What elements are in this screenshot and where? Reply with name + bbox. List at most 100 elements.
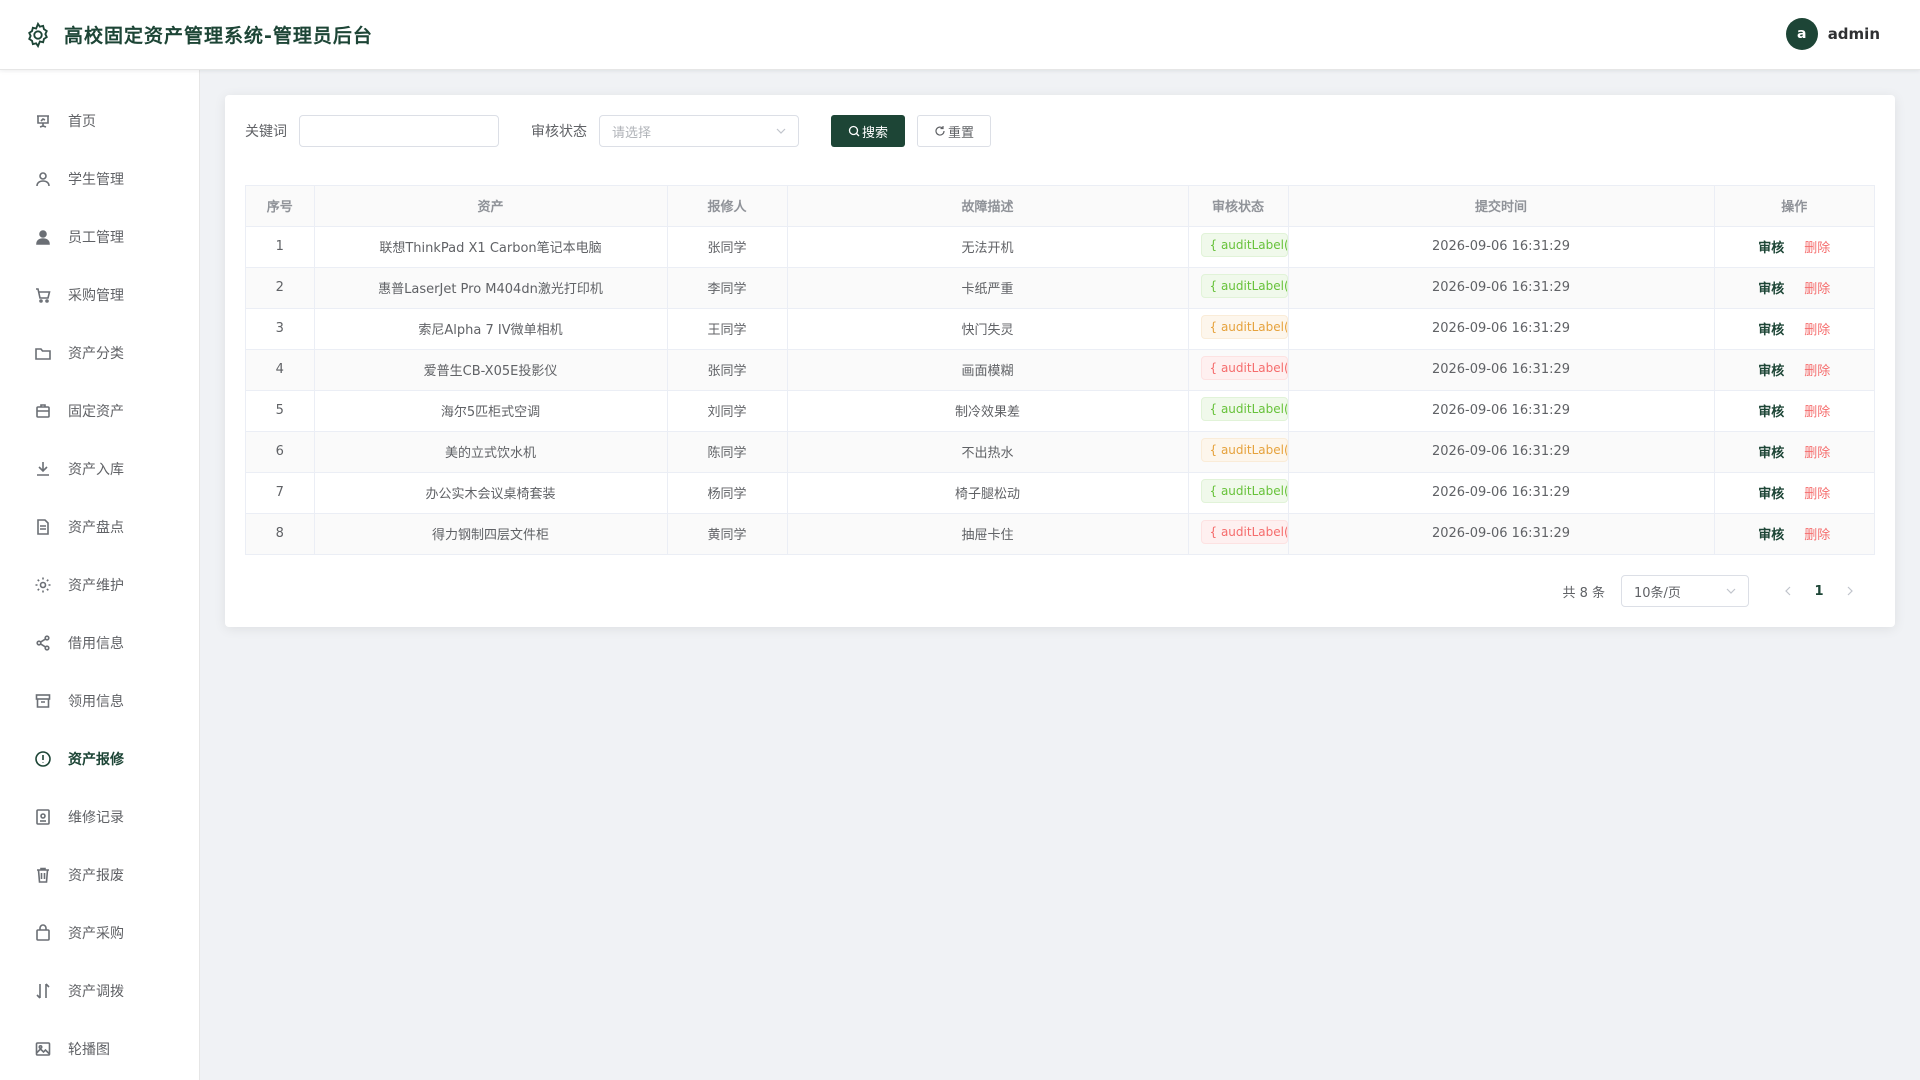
page-number[interactable]: 1 [1803, 577, 1835, 605]
sidebar-item-3[interactable]: 采购管理 [0, 270, 199, 320]
cell-reporter: 陈同学 [667, 431, 788, 473]
sidebar-item-label: 采购管理 [68, 288, 124, 304]
column-header-status: 审核状态 [1188, 186, 1289, 227]
sidebar-item-0[interactable]: 首页 [0, 96, 199, 146]
cell-actions: 审核 删除 [1714, 472, 1874, 514]
delete-link[interactable]: 删除 [1804, 528, 1830, 543]
audit-link[interactable]: 审核 [1758, 364, 1784, 379]
cell-asset: 美的立式饮水机 [314, 431, 668, 473]
share-icon [34, 634, 52, 652]
sidebar-item-label: 维修记录 [68, 810, 124, 826]
prev-page-button[interactable] [1773, 577, 1803, 605]
cell-status: { auditLabel(row [1188, 267, 1289, 309]
sidebar-item-12[interactable]: 维修记录 [0, 792, 199, 842]
sidebar-item-9[interactable]: 借用信息 [0, 618, 199, 668]
table-row: 8得力钢制四层文件柜黄同学抽屉卡住 { auditLabel(row2026-09… [246, 513, 1874, 554]
search-button[interactable]: 搜索 [831, 115, 905, 147]
cell-asset: 得力钢制四层文件柜 [314, 513, 668, 554]
delete-link[interactable]: 删除 [1804, 364, 1830, 379]
delete-link[interactable]: 删除 [1804, 487, 1830, 502]
status-badge: { auditLabel(row [1200, 314, 1287, 339]
sidebar-item-16[interactable]: 轮播图 [0, 1024, 199, 1074]
next-page-button[interactable] [1835, 577, 1865, 605]
delete-link[interactable]: 删除 [1804, 446, 1830, 461]
bag-icon [34, 924, 52, 942]
delete-link[interactable]: 删除 [1804, 323, 1830, 338]
download-icon [34, 460, 52, 478]
status-badge: { auditLabel(row [1200, 273, 1287, 298]
cell-no: 2 [246, 267, 315, 309]
cell-no: 5 [246, 390, 315, 432]
sidebar-item-10[interactable]: 领用信息 [0, 676, 199, 726]
audit-link[interactable]: 审核 [1758, 323, 1784, 338]
cell-fault: 快门失灵 [787, 308, 1189, 350]
sidebar-item-label: 员工管理 [68, 230, 124, 246]
cell-time: 2026-09-06 16:31:29 [1288, 308, 1715, 350]
cell-fault: 卡纸严重 [787, 267, 1189, 309]
sidebar-item-15[interactable]: 资产调拨 [0, 966, 199, 1016]
cell-fault: 制冷效果差 [787, 390, 1189, 432]
column-header-fault: 故障描述 [787, 186, 1189, 227]
sidebar-item-14[interactable]: 资产采购 [0, 908, 199, 958]
sidebar-item-4[interactable]: 资产分类 [0, 328, 199, 378]
sidebar-item-5[interactable]: 固定资产 [0, 386, 199, 436]
repair-table: 序号 资产 报修人 故障描述 审核状态 提交时间 操作 1 联想ThinkPad … [245, 185, 1875, 555]
sidebar-item-13[interactable]: 资产报废 [0, 850, 199, 900]
table-row: 2 惠普LaserJet Pro M404dn激光打印机 李同学 卡纸严重 { audi… [246, 267, 1874, 309]
sidebar-item-label: 领用信息 [68, 694, 124, 710]
sidebar-item-7[interactable]: 资产盘点 [0, 502, 199, 552]
sidebar-item-2[interactable]: 员工管理 [0, 212, 199, 262]
audit-link[interactable]: 审核 [1758, 282, 1784, 297]
chevron-left-icon [1785, 586, 1791, 596]
sidebar-item-label: 固定资产 [68, 404, 124, 420]
audit-link[interactable]: 审核 [1758, 446, 1784, 461]
column-header-no: 序号 [246, 186, 315, 227]
audit-link[interactable]: 审核 [1758, 405, 1784, 420]
cell-fault: 抽屉卡住 [787, 513, 1189, 554]
chevron-down-icon [776, 128, 786, 134]
sidebar-item-1[interactable]: 学生管理 [0, 154, 199, 204]
user-menu[interactable]: a admin [1785, 18, 1880, 50]
audit-link[interactable]: 审核 [1758, 241, 1784, 256]
chevron-right-icon [1847, 586, 1853, 596]
presentation-icon [34, 112, 52, 130]
cell-time: 2026-09-06 16:31:29 [1288, 431, 1715, 473]
cell-actions: 审核 删除 [1714, 513, 1874, 554]
record-icon [34, 808, 52, 826]
cell-time: 2026-09-06 16:31:29 [1288, 390, 1715, 432]
cell-reporter: 杨同学 [667, 472, 788, 514]
delete-link[interactable]: 删除 [1804, 241, 1830, 256]
refresh-icon [935, 126, 945, 136]
cell-asset: 办公实木会议桌椅套装 [314, 472, 668, 514]
delete-link[interactable]: 删除 [1804, 405, 1830, 420]
username[interactable]: admin [1828, 25, 1880, 43]
cell-reporter: 黄同学 [667, 513, 788, 554]
cell-no: 3 [246, 308, 315, 350]
cell-fault: 不出热水 [787, 431, 1189, 473]
cell-actions: 审核 删除 [1714, 390, 1874, 432]
cell-asset: 联想ThinkPad X1 Carbon笔记本电脑 [314, 226, 668, 268]
keyword-input[interactable] [299, 115, 499, 147]
delete-link[interactable]: 删除 [1804, 282, 1830, 297]
cell-time: 2026-09-06 16:31:29 [1288, 349, 1715, 391]
audit-link[interactable]: 审核 [1758, 528, 1784, 543]
cell-reporter: 王同学 [667, 308, 788, 350]
sidebar-item-label: 借用信息 [68, 636, 124, 652]
status-badge: { auditLabel(row [1200, 437, 1287, 462]
sidebar-item-label: 资产分类 [68, 346, 124, 362]
avatar[interactable]: a [1785, 18, 1818, 50]
document-icon [34, 518, 52, 536]
sidebar-item-6[interactable]: 资产入库 [0, 444, 199, 494]
reset-button[interactable]: 重置 [917, 115, 991, 147]
status-select[interactable]: 请选择 [599, 115, 799, 147]
briefcase-icon [34, 402, 52, 420]
cell-time: 2026-09-06 16:31:29 [1288, 226, 1715, 268]
audit-link[interactable]: 审核 [1758, 487, 1784, 502]
sidebar-item-11[interactable]: 资产报修 [0, 734, 199, 784]
sidebar-item-8[interactable]: 资产维护 [0, 560, 199, 610]
sidebar-item-label: 资产维护 [68, 578, 124, 594]
user-filled-icon [34, 228, 52, 246]
status-badge: { auditLabel(row [1200, 519, 1287, 544]
page-size-select[interactable]: 10条/页 [1621, 575, 1749, 607]
box-icon [34, 692, 52, 710]
